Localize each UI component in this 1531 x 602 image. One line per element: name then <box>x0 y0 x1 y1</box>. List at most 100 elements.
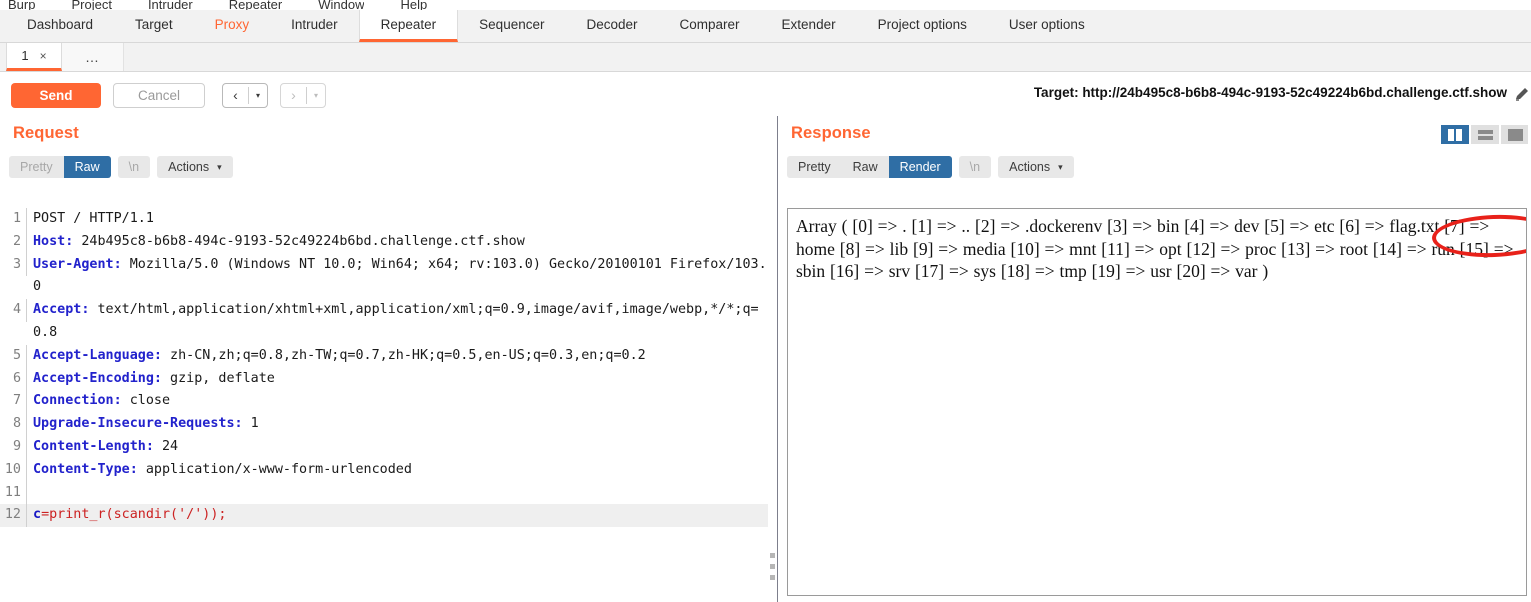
tab-repeater[interactable]: Repeater <box>358 10 459 42</box>
chevron-down-icon[interactable]: ▾ <box>249 84 267 107</box>
menu-item-repeater[interactable]: Repeater <box>229 0 282 10</box>
request-panel: Request Pretty Raw \n Actions ▾ 1 POST / … <box>0 116 768 602</box>
menu-item-window[interactable]: Window <box>318 0 364 10</box>
request-line[interactable]: 7 Connection: close <box>0 390 768 414</box>
request-editor[interactable]: 1 POST / HTTP/1.1 2 Host: 24b495c8-b6b8-494… <box>0 208 768 602</box>
horizontal-split-icon <box>1477 129 1493 140</box>
repeater-panels: Request Pretty Raw \n Actions ▾ 1 POST / … <box>0 116 1531 602</box>
tab-intruder[interactable]: Intruder <box>270 10 359 42</box>
forward-nav-group[interactable]: › ▾ <box>280 82 326 108</box>
splitter-grip[interactable] <box>770 553 775 586</box>
request-line[interactable]: 12 c=print_r(scandir('/')); <box>0 504 768 528</box>
menu-item-intruder[interactable]: Intruder <box>148 0 193 10</box>
request-line[interactable]: 11 <box>0 481 768 505</box>
response-view-pretty[interactable]: Pretty <box>787 156 842 178</box>
request-view-pretty[interactable]: Pretty <box>9 156 64 178</box>
request-line[interactable]: 6 Accept-Encoding: gzip, deflate <box>0 367 768 391</box>
request-newline-button[interactable]: \n <box>117 156 151 178</box>
menu-item-help[interactable]: Help <box>400 0 427 10</box>
repeater-tab-1[interactable]: 1 × <box>6 43 62 71</box>
back-arrow-icon[interactable]: ‹ <box>223 84 248 107</box>
request-actions-button[interactable]: Actions ▾ <box>157 156 233 178</box>
menu-bar[interactable]: Burp Project Intruder Repeater Window He… <box>0 0 1531 10</box>
request-actions-label: Actions <box>168 160 210 174</box>
vertical-split-icon <box>1448 128 1462 141</box>
line-content: Accept: text/html,application/xhtml+xml,… <box>33 302 759 340</box>
line-number: 6 <box>0 367 27 391</box>
line-number: 9 <box>0 435 27 459</box>
response-view-render[interactable]: Render <box>888 156 952 178</box>
cancel-button[interactable]: Cancel <box>113 82 205 108</box>
line-number: 2 <box>0 230 27 254</box>
line-number: 7 <box>0 390 27 414</box>
single-pane-icon <box>1507 128 1523 141</box>
line-content: Content-Type: application/x-www-form-url… <box>33 461 412 477</box>
line-content <box>27 482 768 505</box>
response-rendered-body: Array ( [0] => . [1] => .. [2] => .docke… <box>796 216 1514 281</box>
header-name: Host: <box>33 233 74 249</box>
main-tab-strip: Dashboard Target Proxy Intruder Repeater… <box>0 10 1531 43</box>
response-render-area[interactable]: Array ( [0] => . [1] => .. [2] => .docke… <box>787 208 1527 596</box>
send-button[interactable]: Send <box>11 82 101 108</box>
tab-target[interactable]: Target <box>114 10 194 42</box>
header-name: Connection: <box>33 393 122 409</box>
request-line[interactable]: 2 Host: 24b495c8-b6b8-494c-9193-52c49224b… <box>0 230 768 254</box>
menu-item-burp[interactable]: Burp <box>8 0 35 10</box>
request-line[interactable]: 4 Accept: text/html,application/xhtml+xml… <box>0 299 768 345</box>
line-content: Upgrade-Insecure-Requests: 1 <box>33 416 259 432</box>
tab-extender[interactable]: Extender <box>761 10 857 42</box>
tab-proxy[interactable]: Proxy <box>194 10 271 42</box>
header-name: Accept-Language: <box>33 347 162 363</box>
menu-item-project[interactable]: Project <box>71 0 111 10</box>
line-content: Connection: close <box>33 393 171 409</box>
response-newline-button[interactable]: \n <box>958 156 992 178</box>
response-actions-button[interactable]: Actions ▾ <box>998 156 1074 178</box>
tab-comparer[interactable]: Comparer <box>659 10 761 42</box>
edit-target-icon[interactable] <box>1513 85 1531 103</box>
request-line[interactable]: 3 User-Agent: Mozilla/5.0 (Windows NT 10.… <box>0 253 768 300</box>
request-line[interactable]: 9 Content-Length: 24 <box>0 435 768 459</box>
line-content: User-Agent: Mozilla/5.0 (Windows NT 10.0… <box>33 256 767 295</box>
layout-single-pane-button[interactable] <box>1501 125 1529 144</box>
response-view-toolbar: Pretty Raw Render \n Actions ▾ <box>778 143 1531 178</box>
line-number: 11 <box>0 481 27 505</box>
line-content: POST / HTTP/1.1 <box>33 211 154 226</box>
line-content: Accept-Encoding: gzip, deflate <box>33 370 275 386</box>
chevron-down-icon[interactable]: ▾ <box>307 84 325 107</box>
header-name: Accept-Encoding: <box>33 370 162 386</box>
header-name: User-Agent: <box>33 256 122 272</box>
tab-user-options[interactable]: User options <box>988 10 1106 42</box>
tab-decoder[interactable]: Decoder <box>565 10 658 42</box>
request-line[interactable]: 1 POST / HTTP/1.1 <box>0 208 768 231</box>
request-view-raw[interactable]: Raw <box>63 156 111 178</box>
repeater-tab-label: 1 <box>21 48 29 63</box>
line-content: c=print_r(scandir('/')); <box>27 504 768 528</box>
header-name: Content-Length: <box>33 438 154 454</box>
header-name: Content-Type: <box>33 461 138 477</box>
response-panel: Response Pretty Raw Render \n Actions ▾ <box>778 116 1531 602</box>
line-number: 12 <box>0 504 27 528</box>
response-actions-label: Actions <box>1009 160 1051 174</box>
back-nav-group[interactable]: ‹ ▾ <box>222 82 268 108</box>
request-view-toolbar: Pretty Raw \n Actions ▾ <box>0 143 768 178</box>
panel-splitter[interactable] <box>768 116 778 602</box>
request-line[interactable]: 10 Content-Type: application/x-www-form-u… <box>0 458 768 482</box>
close-icon[interactable]: × <box>40 50 47 62</box>
forward-arrow-icon[interactable]: › <box>281 84 306 107</box>
request-line[interactable]: 8 Upgrade-Insecure-Requests: 1 <box>0 413 768 436</box>
tab-dashboard[interactable]: Dashboard <box>6 10 114 42</box>
response-view-raw[interactable]: Raw <box>842 156 889 178</box>
tab-project-options[interactable]: Project options <box>857 10 988 42</box>
repeater-more-tabs-button[interactable]: … <box>62 43 124 71</box>
layout-horizontal-split-button[interactable] <box>1471 125 1499 144</box>
header-name: Accept: <box>33 302 90 318</box>
chevron-down-icon: ▾ <box>1058 161 1063 172</box>
chevron-down-icon: ▾ <box>217 161 222 172</box>
line-number: 10 <box>0 458 27 482</box>
request-line[interactable]: 5 Accept-Language: zh-CN,zh;q=0.8,zh-TW;q… <box>0 344 768 368</box>
request-view-segmented-control: Pretty Raw <box>9 156 111 178</box>
line-number: 5 <box>0 344 27 368</box>
tab-sequencer[interactable]: Sequencer <box>458 10 565 42</box>
layout-vertical-split-button[interactable] <box>1441 125 1469 144</box>
layout-toggle-group <box>1441 125 1529 144</box>
